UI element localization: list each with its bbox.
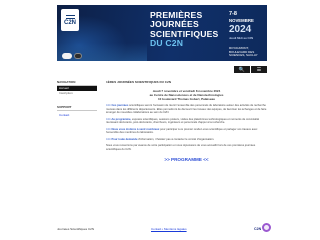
footer: Journées Scientifiques C2N Contact • Men… <box>57 223 271 234</box>
program-link[interactable]: >> PROGRAMME << <box>106 157 267 162</box>
banner-title: PREMIÈRES JOURNÉES SCIENTIFIQUES DU C2N <box>150 10 220 49</box>
banner-title-line4: DU C2N <box>150 38 184 49</box>
banner-date-month: NOVEMBRE <box>229 18 254 23</box>
partner-logo-2 <box>74 53 82 59</box>
event-info-line3: 10 boulevard Thomas Gobert, Palaiseau <box>157 97 216 101</box>
footer-link[interactable]: Contact • Mentions légales <box>151 227 187 231</box>
banner-date-days: 7-8 <box>229 11 237 17</box>
footer-copyright: Journées Scientifiques C2N <box>57 227 95 231</box>
partner-logo-1 <box>62 53 72 59</box>
header-banner: C2N PREMIÈRES JOURNÉES SCIENTIFIQUES DU … <box>57 5 267 61</box>
sidebar-heading-support: SUPPORT <box>57 105 97 111</box>
paragraph-1: >>> Ces journées scientifiques seront l'… <box>106 104 267 115</box>
logo-text: C2N <box>63 19 76 26</box>
paragraph-5: Nous vous remercions par avance de votre… <box>106 144 256 151</box>
search-button[interactable]: 🔍 <box>234 66 250 73</box>
paragraph-4: >>> Pour toute demande d'information, n'… <box>106 138 267 142</box>
c2n-logo[interactable]: C2N <box>61 9 79 31</box>
paragraph-1-text: scientifiques seront l'occasion de réuni… <box>106 104 267 114</box>
footer-brand: C2N <box>254 227 262 231</box>
banner-date-note: Jeudi Midi au C2N <box>229 36 254 40</box>
page-title: 1ÈRES JOURNÉES SCIENTIFIQUES DU C2N <box>106 80 171 84</box>
sidebar-item-inscription[interactable]: Inscription <box>57 91 97 96</box>
main-content: 1ÈRES JOURNÉES SCIENTIFIQUES DU C2N Jeud… <box>106 80 267 162</box>
banner-venue: ROYAUMONT, BOULEVARD DES SCIENCES, SACLA… <box>229 46 258 58</box>
paragraph-3: >>> Nous vous invitons à venir nombreux … <box>106 128 267 135</box>
sidebar-link-contact[interactable]: Contact <box>57 113 97 117</box>
paragraph-4-prefix: >>> Pour toute demande <box>106 137 138 141</box>
footer-seal-icon <box>262 223 271 232</box>
paragraph-2: >>> Au programme, exposés scientifiques,… <box>106 118 267 125</box>
event-info: Jeudi 7 novembre et vendredi 8 novembre … <box>106 89 267 101</box>
banner-date-year: 2024 <box>229 24 252 35</box>
top-toolbar: 🔍 ☰ <box>234 66 267 73</box>
sidebar: NAVIGATION Accueil Inscription SUPPORT C… <box>57 80 97 117</box>
paragraph-4-text: d'information, n'hésitez pas à contacter… <box>137 137 215 141</box>
logo-mark-icon <box>65 14 75 19</box>
banner-date: 7-8 NOVEMBRE 2024 Jeudi Midi au C2N <box>229 11 254 40</box>
menu-button[interactable]: ☰ <box>251 66 267 73</box>
